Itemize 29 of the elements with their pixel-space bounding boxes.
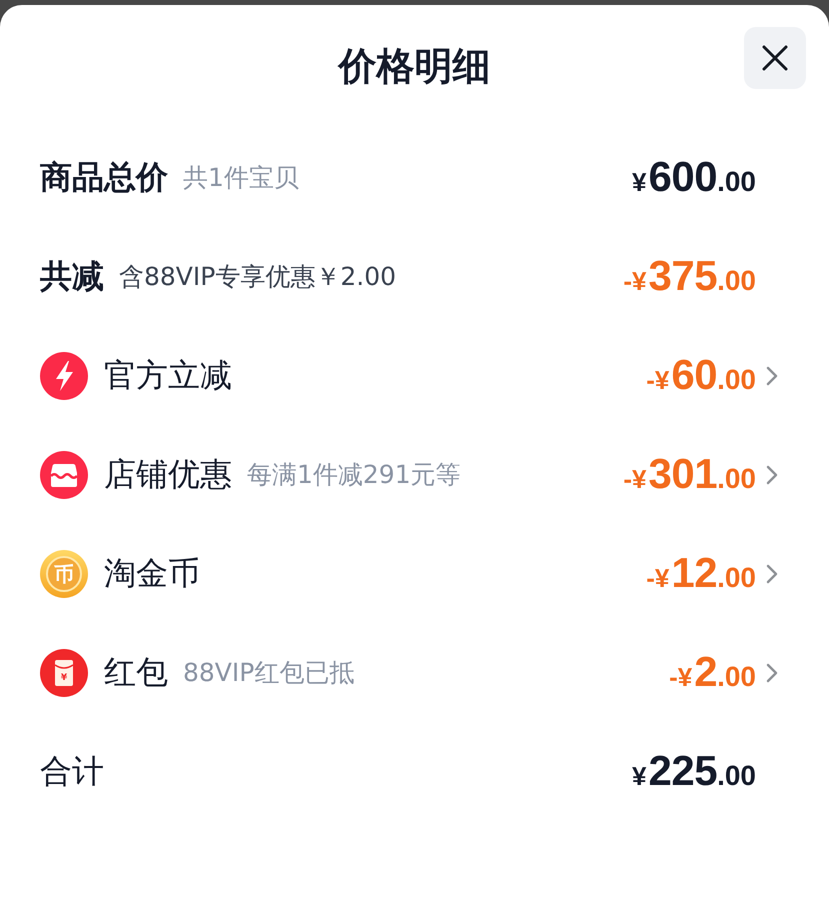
coin-icon: 币 bbox=[40, 550, 88, 598]
sheet-title: 价格明细 bbox=[338, 44, 490, 90]
envelope-icon: ¥ bbox=[40, 648, 88, 696]
store-icon bbox=[40, 450, 88, 498]
close-button[interactable] bbox=[744, 27, 806, 89]
amount-text: -¥12.00 bbox=[646, 550, 756, 597]
chevron-right-icon bbox=[766, 564, 778, 584]
amount-text: ¥600.00 bbox=[632, 154, 756, 201]
row-note: 含88VIP专享优惠￥2.00 bbox=[119, 262, 396, 292]
amount-text: ¥225.00 bbox=[632, 748, 756, 795]
row-note: 共1件宝贝 bbox=[183, 162, 299, 192]
row-label: 官方立减 bbox=[104, 356, 232, 395]
amount-text: -¥301.00 bbox=[623, 451, 756, 498]
row-label: 店铺优惠 bbox=[104, 455, 232, 494]
row-label: 红包 bbox=[104, 653, 168, 692]
row-note: 88VIP红包已抵 bbox=[183, 658, 354, 688]
row-label: 商品总价 bbox=[40, 158, 168, 197]
row-label: 共减 bbox=[40, 257, 104, 296]
amount-text: -¥2.00 bbox=[669, 649, 756, 696]
row-label: 合计 bbox=[40, 752, 104, 791]
amount-text: -¥60.00 bbox=[646, 352, 756, 399]
chevron-right-icon bbox=[766, 366, 778, 386]
lightning-icon bbox=[40, 352, 88, 400]
chevron-right-icon bbox=[766, 662, 778, 682]
close-icon bbox=[762, 45, 788, 71]
row-label: 淘金币 bbox=[104, 554, 200, 593]
row-note: 每满1件减291元等 bbox=[247, 460, 461, 490]
amount-text: -¥375.00 bbox=[623, 253, 756, 300]
chevron-right-icon bbox=[766, 464, 778, 484]
